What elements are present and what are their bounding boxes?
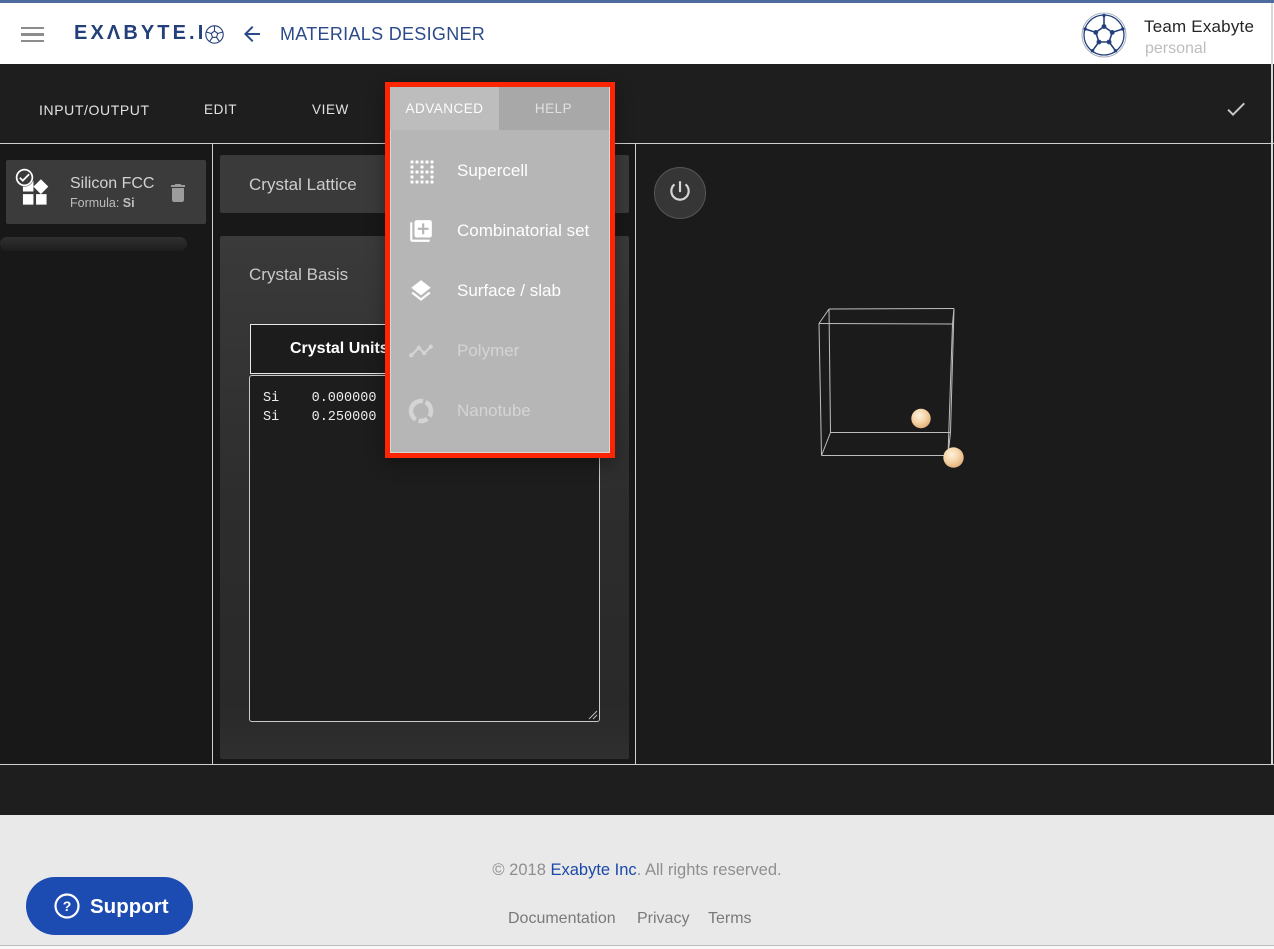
svg-text:?: ? <box>63 898 72 914</box>
